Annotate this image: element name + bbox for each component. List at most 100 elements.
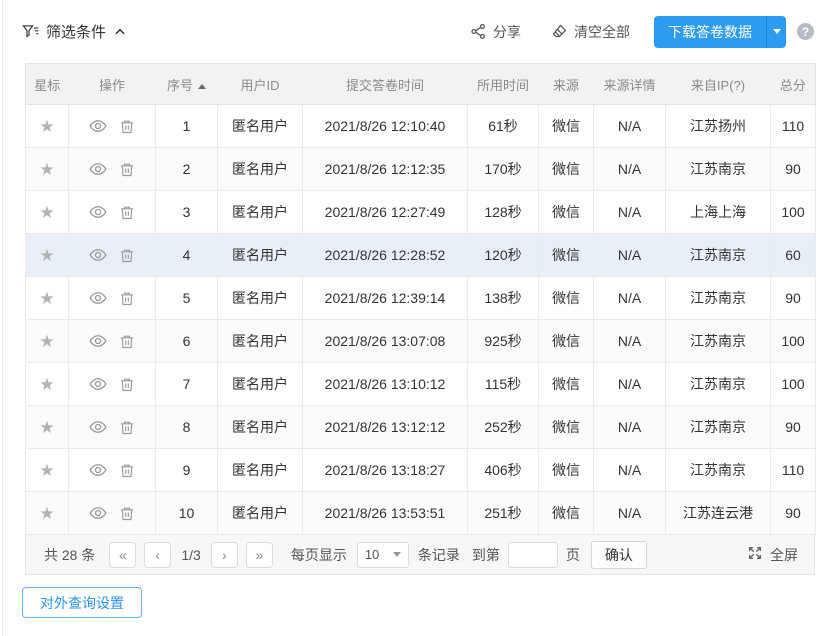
cell-submit_time: 2021/8/26 13:12:12 — [303, 406, 468, 449]
star-icon[interactable]: ★ — [39, 160, 54, 179]
cell-source: 微信 — [539, 234, 594, 277]
cell-submit_time: 2021/8/26 13:10:12 — [303, 363, 468, 406]
view-icon[interactable] — [89, 332, 107, 350]
delete-icon[interactable] — [119, 462, 135, 479]
cell-score: 100 — [771, 191, 816, 234]
cell-score: 110 — [771, 449, 816, 492]
download-answers-button[interactable]: 下载答卷数据 — [654, 16, 766, 48]
cell-user_id: 匿名用户 — [218, 105, 303, 148]
column-header-label: 所用时间 — [477, 78, 529, 93]
filter-conditions-label: 筛选条件 — [46, 21, 106, 42]
row-operations — [73, 160, 151, 178]
star-icon[interactable]: ★ — [39, 461, 54, 480]
page-unit-label: 页 — [566, 545, 580, 565]
cell-source: 微信 — [539, 363, 594, 406]
cell-source_detail: N/A — [594, 363, 666, 406]
cell-source_detail: N/A — [594, 449, 666, 492]
star-icon[interactable]: ★ — [39, 246, 54, 265]
share-icon — [470, 23, 487, 40]
delete-icon[interactable] — [119, 118, 135, 135]
view-icon[interactable] — [89, 461, 107, 479]
row-operations — [73, 504, 151, 522]
cell-source_detail: N/A — [594, 148, 666, 191]
cell-submit_time: 2021/8/26 13:07:08 — [303, 320, 468, 363]
filter-conditions-toggle[interactable]: 筛选条件 — [22, 21, 127, 42]
view-icon[interactable] — [89, 117, 107, 135]
view-icon[interactable] — [89, 375, 107, 393]
confirm-button[interactable]: 确认 — [591, 541, 647, 569]
star-icon[interactable]: ★ — [39, 332, 54, 351]
column-header[interactable]: 序号 — [156, 64, 218, 105]
view-icon[interactable] — [89, 160, 107, 178]
delete-icon[interactable] — [119, 419, 135, 436]
delete-icon[interactable] — [119, 204, 135, 221]
goto-page-input[interactable] — [508, 542, 558, 568]
cell-seq: 5 — [156, 277, 218, 320]
delete-icon[interactable] — [119, 505, 135, 522]
cell-user_id: 匿名用户 — [218, 234, 303, 277]
star-icon[interactable]: ★ — [39, 289, 54, 308]
first-page-button[interactable]: « — [109, 542, 136, 568]
cell-score: 90 — [771, 148, 816, 191]
help-icon[interactable]: ? — [797, 23, 814, 40]
delete-icon[interactable] — [119, 161, 135, 178]
column-header: 所用时间 — [468, 64, 539, 105]
view-icon[interactable] — [89, 246, 107, 264]
view-icon[interactable] — [89, 203, 107, 221]
view-icon[interactable] — [89, 418, 107, 436]
column-header: 总分 — [771, 64, 816, 105]
table-row: ★9匿名用户2021/8/26 13:18:27406秒微信N/A江苏南京110 — [26, 449, 816, 492]
cell-score: 90 — [771, 406, 816, 449]
download-dropdown-toggle[interactable] — [766, 16, 786, 48]
column-header-label: 总分 — [780, 78, 806, 93]
cell-source_detail: N/A — [594, 191, 666, 234]
star-icon[interactable]: ★ — [39, 117, 54, 136]
star-icon[interactable]: ★ — [39, 375, 54, 394]
prev-page-button[interactable]: ‹ — [144, 542, 171, 568]
cell-source_detail: N/A — [594, 105, 666, 148]
table-row: ★4匿名用户2021/8/26 12:28:52120秒微信N/A江苏南京60 — [26, 234, 816, 277]
cell-source_detail: N/A — [594, 492, 666, 535]
delete-icon[interactable] — [119, 376, 135, 393]
total-count-label: 共 28 条 — [44, 545, 95, 565]
cell-source: 微信 — [539, 277, 594, 320]
view-icon[interactable] — [89, 504, 107, 522]
cell-duration: 120秒 — [468, 234, 539, 277]
delete-icon[interactable] — [119, 290, 135, 307]
goto-page-label: 到第 — [472, 545, 500, 565]
star-icon[interactable]: ★ — [39, 418, 54, 437]
cell-submit_time: 2021/8/26 12:27:49 — [303, 191, 468, 234]
clear-icon — [551, 23, 568, 40]
toolbar: 筛选条件 分享 清空全部 下载答卷数据 ? — [0, 0, 830, 63]
outer-query-settings-button[interactable]: 对外查询设置 — [22, 587, 142, 618]
star-icon[interactable]: ★ — [39, 504, 54, 523]
column-header-label: 操作 — [99, 78, 125, 93]
cell-duration: 251秒 — [468, 492, 539, 535]
cell-duration: 61秒 — [468, 105, 539, 148]
cell-duration: 406秒 — [468, 449, 539, 492]
panel-left-border — [2, 0, 3, 636]
table-row: ★5匿名用户2021/8/26 12:39:14138秒微信N/A江苏南京90 — [26, 277, 816, 320]
cell-submit_time: 2021/8/26 12:12:35 — [303, 148, 468, 191]
view-icon[interactable] — [89, 289, 107, 307]
clear-all-button[interactable]: 清空全部 — [551, 22, 630, 42]
delete-icon[interactable] — [119, 247, 135, 264]
responses-table-wrap: 星标操作序号用户ID提交答卷时间所用时间来源来源详情来自IP(?)总分 ★1匿名… — [25, 63, 815, 535]
column-header: 星标 — [26, 64, 69, 105]
next-page-button[interactable]: › — [211, 542, 238, 568]
share-button[interactable]: 分享 — [470, 22, 521, 42]
fullscreen-button[interactable]: 全屏 — [747, 545, 798, 565]
row-operations — [73, 375, 151, 393]
share-label: 分享 — [493, 22, 521, 42]
cell-source: 微信 — [539, 320, 594, 363]
table-row: ★1匿名用户2021/8/26 12:10:4061秒微信N/A江苏扬州110 — [26, 105, 816, 148]
page-size-select[interactable]: 10 — [357, 542, 409, 568]
column-header: 来源详情 — [594, 64, 666, 105]
column-header-label: 用户ID — [240, 78, 279, 93]
delete-icon[interactable] — [119, 333, 135, 350]
cell-source_detail: N/A — [594, 234, 666, 277]
column-header: 来自IP(?) — [666, 64, 771, 105]
last-page-button[interactable]: » — [246, 542, 273, 568]
cell-ip: 江苏扬州 — [666, 105, 771, 148]
star-icon[interactable]: ★ — [39, 203, 54, 222]
